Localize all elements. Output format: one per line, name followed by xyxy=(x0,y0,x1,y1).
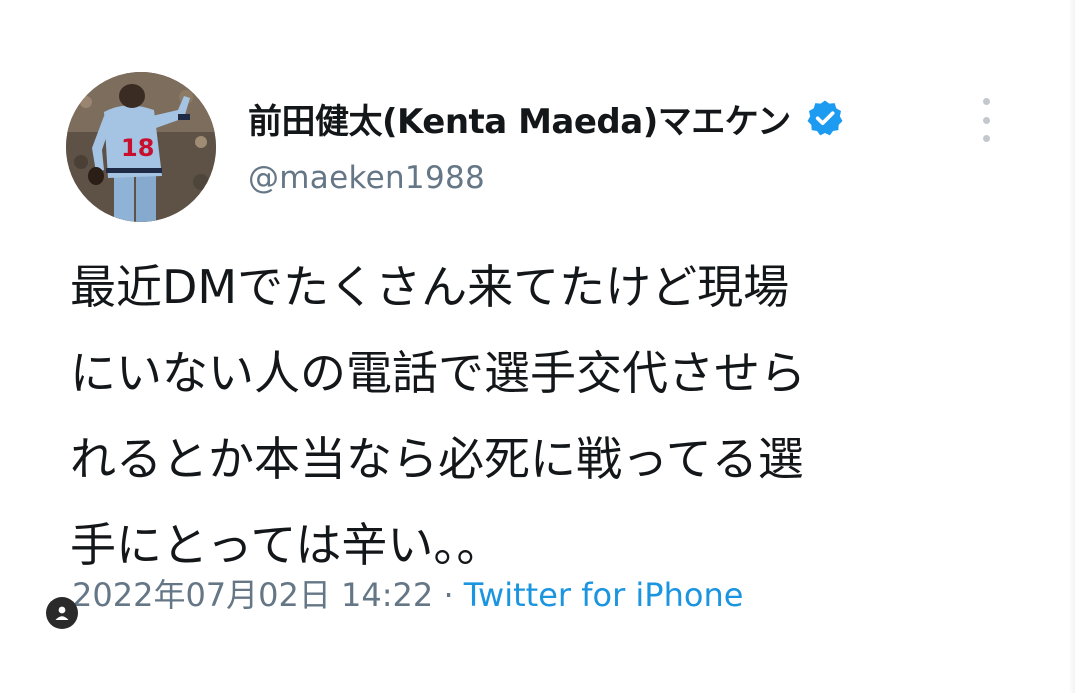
profile-avatar[interactable]: 18 xyxy=(66,72,216,222)
more-vertical-icon[interactable] xyxy=(972,98,1000,142)
tweet-meta: 2022年07月02日 14:22 · Twitter for iPhone xyxy=(72,570,743,616)
jersey-number: 18 xyxy=(121,134,154,162)
tweet-source[interactable]: Twitter for iPhone xyxy=(464,576,744,614)
tweet-text: 最近DMでたくさん来てたけど現場 にいない人の電話で選手交代させら れるとか本当… xyxy=(70,260,806,572)
user-handle[interactable]: @maeken1988 xyxy=(248,160,485,196)
user-icon[interactable] xyxy=(46,597,78,629)
verified-badge-icon xyxy=(805,98,845,138)
edge-shadow xyxy=(1069,0,1075,693)
more-dot xyxy=(982,98,990,105)
tweet-card: 18 前田健太(Kenta Maeda)マエケン @maeken1988 最近D… xyxy=(0,0,1075,693)
more-dot xyxy=(982,135,990,142)
more-dot xyxy=(982,116,990,124)
avatar-image: 18 xyxy=(66,72,216,222)
meta-separator: · xyxy=(433,576,464,614)
display-name[interactable]: 前田健太(Kenta Maeda)マエケン xyxy=(248,94,791,143)
tweet-timestamp[interactable]: 2022年07月02日 14:22 xyxy=(72,576,433,614)
display-name-row: 前田健太(Kenta Maeda)マエケン xyxy=(248,92,845,144)
